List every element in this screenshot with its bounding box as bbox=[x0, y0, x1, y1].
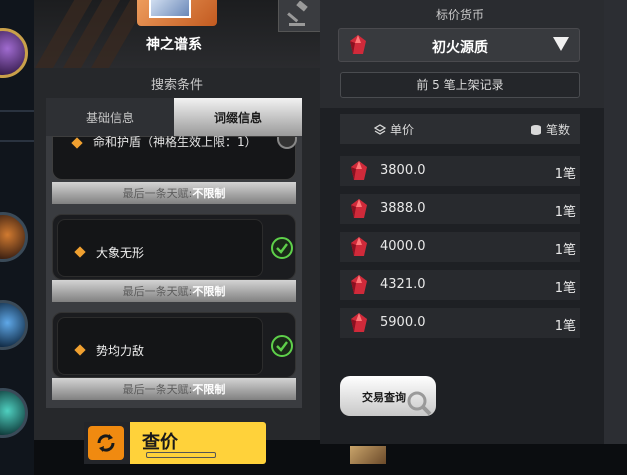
talent-limit-value: 不限制 bbox=[192, 383, 226, 396]
avatar[interactable] bbox=[0, 388, 28, 438]
item-thumbnail[interactable] bbox=[350, 446, 386, 464]
auction-button[interactable] bbox=[278, 0, 320, 32]
avatar[interactable] bbox=[0, 28, 28, 78]
talent-limit-footer: 最后一条天赋: 不限制 bbox=[52, 280, 296, 302]
table-header: 单价 笔数 bbox=[340, 114, 580, 144]
talent-limit-footer: 最后一条天赋: 不限制 bbox=[52, 378, 296, 400]
series-title: 神之谱系 bbox=[146, 37, 202, 53]
currency-selected: 初火源质 bbox=[432, 40, 488, 56]
column-header-price: 单价 bbox=[374, 121, 414, 138]
query-price-button[interactable]: 查价 bbox=[84, 422, 266, 464]
talent-limit-label: 最后一条天赋: bbox=[122, 285, 193, 298]
price-header-label: 单价 bbox=[390, 123, 415, 137]
red-crystal-icon bbox=[351, 275, 367, 294]
affix-label: 势均力敌 bbox=[96, 344, 145, 358]
query-price-label: 查价 bbox=[142, 432, 178, 453]
diamond-bullet-icon bbox=[71, 137, 83, 149]
red-crystal-icon bbox=[351, 237, 367, 256]
currency-title: 标价货币 bbox=[435, 8, 484, 22]
price-value: 4321.0 bbox=[380, 277, 426, 292]
count-value: 1笔 bbox=[554, 205, 576, 220]
count-value: 1笔 bbox=[554, 281, 576, 296]
recent-listings-button[interactable]: 前 5 笔上架记录 bbox=[340, 72, 580, 98]
currency-dropdown[interactable]: 初火源质 bbox=[338, 28, 580, 62]
diamond-bullet-icon bbox=[74, 246, 86, 258]
check-circle-icon[interactable] bbox=[271, 237, 293, 259]
avatar[interactable] bbox=[0, 212, 28, 262]
divider bbox=[0, 140, 34, 142]
layers-icon bbox=[374, 123, 386, 135]
trade-search-button[interactable]: 交易查询 bbox=[340, 376, 436, 416]
affix-label: 大象无形 bbox=[96, 246, 145, 260]
price-value: 3888.0 bbox=[380, 201, 426, 216]
table-row[interactable]: 4321.0 1笔 bbox=[340, 270, 580, 300]
column-header-count: 笔数 bbox=[530, 121, 570, 138]
price-records-panel: 标价货币 初火源质 前 5 笔上架记录 单价 笔数 3800.0 1笔 3888… bbox=[320, 0, 604, 444]
red-crystal-icon bbox=[351, 313, 367, 332]
affix-slot: 大象无形 bbox=[57, 219, 263, 277]
chevron-down-icon bbox=[553, 37, 569, 51]
diamond-bullet-icon bbox=[74, 344, 86, 356]
affix-label: 命和护盾（神格生效上限：1） bbox=[93, 136, 257, 149]
table-row[interactable]: 3888.0 1笔 bbox=[340, 194, 580, 224]
price-value: 5900.0 bbox=[380, 315, 426, 330]
table-row[interactable]: 3800.0 1笔 bbox=[340, 156, 580, 186]
side-panel-edge bbox=[604, 0, 627, 444]
avatar[interactable] bbox=[0, 300, 28, 350]
refresh-icon[interactable] bbox=[88, 426, 124, 460]
magnifier-icon bbox=[407, 391, 432, 416]
list-item[interactable]: 命和护盾（神格生效上限：1） bbox=[52, 136, 297, 180]
price-value: 4000.0 bbox=[380, 239, 426, 254]
affix-list[interactable]: 命和护盾（神格生效上限：1） 最后一条天赋: 不限制 大象无形 最后一条天赋: 不限… bbox=[46, 136, 302, 408]
talent-limit-label: 最后一条天赋: bbox=[122, 383, 193, 396]
talent-limit-label: 最后一条天赋: bbox=[122, 187, 193, 200]
coin-stack-icon bbox=[531, 124, 541, 135]
list-item[interactable]: 势均力敌 bbox=[52, 312, 296, 378]
table-row[interactable]: 5900.0 1笔 bbox=[340, 308, 580, 338]
trade-search-label: 交易查询 bbox=[362, 391, 406, 404]
table-row[interactable]: 4000.0 1笔 bbox=[340, 232, 580, 262]
check-circle-icon[interactable] bbox=[271, 335, 293, 357]
count-header-label: 笔数 bbox=[546, 123, 571, 137]
list-item[interactable]: 大象无形 bbox=[52, 214, 296, 280]
count-value: 1笔 bbox=[554, 167, 576, 182]
tab-basic-info[interactable]: 基础信息 bbox=[46, 98, 174, 136]
count-value: 1笔 bbox=[554, 319, 576, 334]
talent-limit-value: 不限制 bbox=[192, 285, 226, 298]
divider bbox=[0, 110, 34, 112]
search-conditions-title: 搜索条件 bbox=[150, 78, 203, 93]
affix-slot: 势均力敌 bbox=[57, 317, 263, 375]
price-value: 3800.0 bbox=[380, 163, 426, 178]
talent-limit-value: 不限制 bbox=[192, 187, 226, 200]
series-header: 神之谱系 bbox=[34, 0, 320, 68]
red-crystal-icon bbox=[351, 199, 367, 218]
talent-limit-footer: 最后一条天赋: 不限制 bbox=[52, 182, 296, 204]
currency-header: 标价货币 初火源质 前 5 笔上架记录 bbox=[320, 0, 604, 108]
tab-bar: 基础信息 词缀信息 bbox=[46, 98, 302, 136]
tab-affix-info[interactable]: 词缀信息 bbox=[174, 98, 302, 136]
search-panel: 神之谱系 搜索条件 基础信息 词缀信息 命和护盾（神格生效上限：1） 最后一条天… bbox=[34, 0, 320, 440]
series-card-image[interactable] bbox=[137, 0, 217, 26]
red-crystal-icon bbox=[351, 161, 367, 180]
left-avatar-strip bbox=[0, 0, 34, 475]
count-value: 1笔 bbox=[554, 243, 576, 258]
gavel-icon bbox=[287, 1, 308, 26]
query-progress-indicator bbox=[146, 452, 216, 458]
